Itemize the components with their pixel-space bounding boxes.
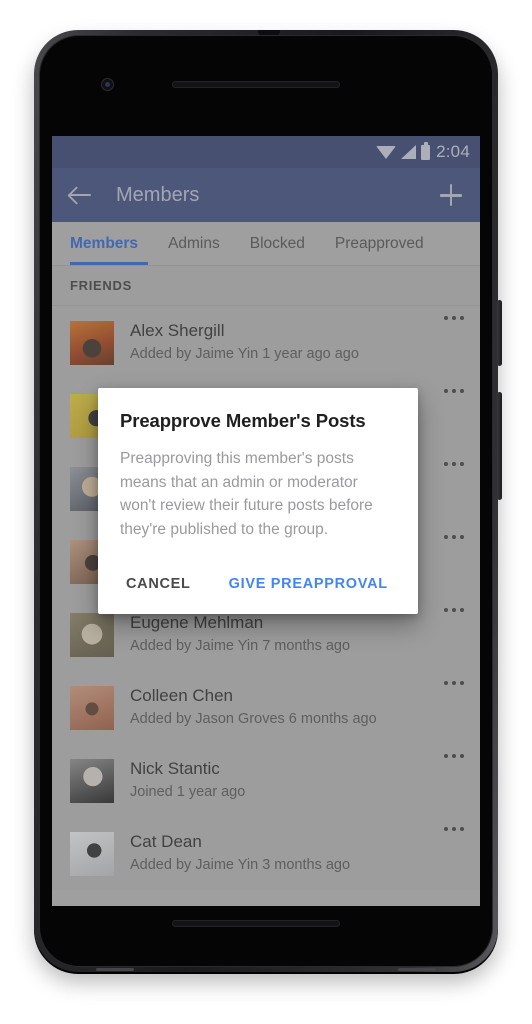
tab-blocked[interactable]: Blocked (250, 235, 305, 253)
status-bar: 2:04 (52, 136, 480, 168)
dialog-actions: CANCEL GIVE PREAPPROVAL (120, 576, 396, 606)
member-name: Colleen Chen (130, 686, 234, 706)
member-info: Nick Stantic Joined 1 year ago (130, 758, 444, 802)
bottom-speaker (172, 920, 340, 927)
avatar (70, 758, 114, 803)
status-time: 2:04 (436, 142, 470, 161)
member-meta: Added by Jaime Yin 1 year ago ago (130, 345, 359, 362)
member-name: Cat Dean (130, 832, 202, 852)
dialog-body: Preapproving this member's posts means t… (120, 450, 373, 539)
app-bar: Members (52, 168, 480, 222)
overflow-menu-icon[interactable] (444, 827, 466, 833)
earpiece-speaker (172, 81, 340, 88)
section-header-friends: FRIENDS (52, 266, 480, 306)
member-info: Colleen Chen Added by Jason Groves 6 mon… (130, 685, 444, 729)
tab-preapproved[interactable]: Preapproved (335, 235, 424, 253)
overflow-menu-icon[interactable] (444, 462, 466, 468)
overflow-menu-icon[interactable] (444, 608, 466, 614)
overflow-menu-icon[interactable] (444, 389, 466, 395)
tab-active-indicator (70, 262, 148, 265)
member-name: Nick Stantic (130, 759, 220, 779)
power-button[interactable] (497, 300, 502, 366)
table-row[interactable]: Colleen Chen Added by Jason Groves 6 mon… (52, 671, 480, 744)
avatar (70, 685, 114, 730)
top-notch-nub (258, 30, 280, 35)
tab-admins[interactable]: Admins (168, 235, 220, 253)
avatar (70, 612, 114, 657)
overflow-menu-icon[interactable] (444, 535, 466, 541)
give-preapproval-button[interactable]: GIVE PREAPPROVAL (229, 576, 388, 592)
battery-icon (421, 142, 431, 160)
cancel-button[interactable]: CANCEL (126, 576, 191, 592)
front-camera-icon (101, 78, 114, 91)
back-arrow-icon[interactable] (68, 182, 94, 208)
phone-screen: 2:04 Members Members Admins Blocked Prea… (52, 136, 480, 906)
preapprove-dialog: Preapprove Member's Posts Preapproving t… (98, 388, 418, 614)
screenshot-stage: 2:04 Members Members Admins Blocked Prea… (0, 0, 532, 1024)
wifi-icon (376, 145, 397, 159)
overflow-menu-icon[interactable] (444, 681, 466, 687)
member-info: Cat Dean Added by Jaime Yin 3 months ago (130, 831, 444, 875)
table-row[interactable]: Alex Shergill Added by Jaime Yin 1 year … (52, 306, 480, 379)
member-name: Alex Shergill (130, 321, 225, 341)
status-icon-group (376, 142, 431, 160)
avatar (70, 320, 114, 365)
member-meta: Joined 1 year ago (130, 783, 246, 800)
avatar (70, 831, 114, 876)
overflow-menu-icon[interactable] (444, 316, 466, 322)
tab-members[interactable]: Members (70, 235, 138, 253)
page-title: Members (116, 183, 200, 206)
overflow-menu-icon[interactable] (444, 754, 466, 760)
member-meta: Added by Jaime Yin 3 months ago (130, 856, 351, 873)
section-header-label: FRIENDS (70, 278, 132, 293)
dialog-title: Preapprove Member's Posts (120, 410, 366, 431)
member-name: Eugene Mehlman (130, 613, 264, 633)
table-row[interactable]: Nick Stantic Joined 1 year ago (52, 744, 480, 817)
member-info: Alex Shergill Added by Jaime Yin 1 year … (130, 320, 444, 364)
antenna-line-right (398, 968, 436, 971)
member-meta: Added by Jason Groves 6 months ago (130, 710, 377, 727)
table-row[interactable]: Cat Dean Added by Jaime Yin 3 months ago (52, 817, 480, 890)
volume-button[interactable] (497, 392, 502, 500)
member-meta: Added by Jaime Yin 7 months ago (130, 637, 351, 654)
member-info: Eugene Mehlman Added by Jaime Yin 7 mont… (130, 612, 444, 656)
plus-icon[interactable] (438, 182, 464, 208)
antenna-line-left (96, 968, 134, 971)
signal-icon (401, 145, 417, 159)
tab-bar: Members Admins Blocked Preapproved (52, 222, 480, 266)
